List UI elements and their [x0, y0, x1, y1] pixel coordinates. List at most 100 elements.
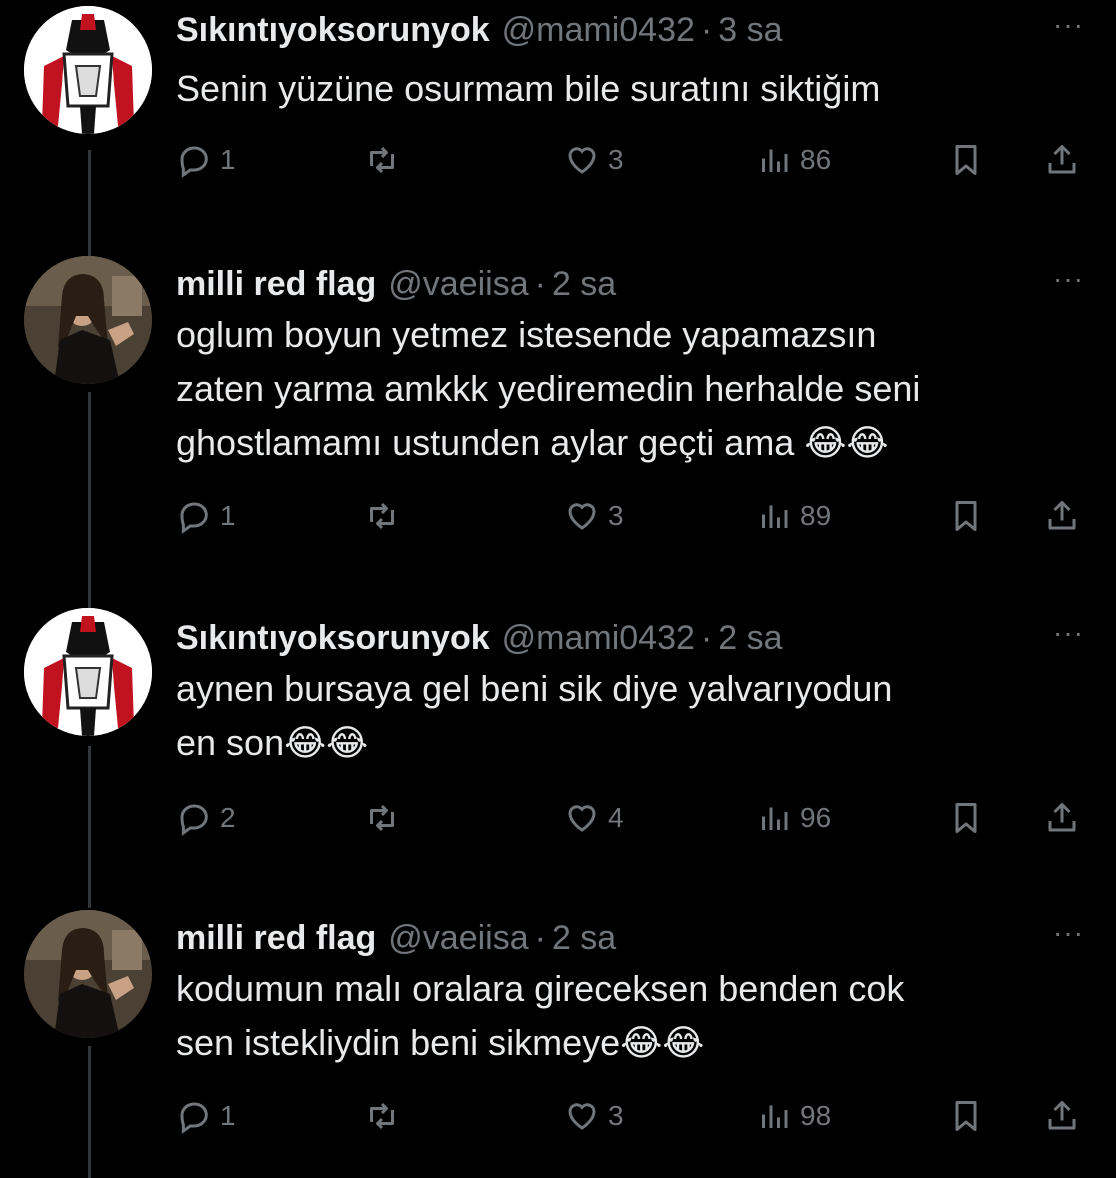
views-icon — [762, 1105, 788, 1128]
reply-button[interactable]: 2 — [176, 796, 236, 840]
avatar[interactable] — [24, 910, 152, 1038]
heart-icon — [568, 503, 596, 530]
user-handle[interactable]: @vaeiisa — [388, 264, 528, 304]
action-bar: 2 4 96 — [176, 796, 1092, 840]
separator-dot: · — [700, 619, 713, 657]
display-name[interactable]: milli red flag — [176, 264, 376, 304]
separator-dot: · — [700, 11, 713, 49]
tweet-text-line: oglum boyun yetmez istesende yapamazsın — [176, 314, 877, 355]
bookmark-icon — [955, 803, 977, 833]
view-count: 96 — [800, 802, 832, 833]
reply-button[interactable]: 1 — [176, 1094, 236, 1138]
tweet-text: Senin yüzüne osurmam bile suratını sikti… — [176, 62, 1076, 116]
retweet-button[interactable] — [364, 138, 400, 182]
more-options-icon[interactable]: ··· — [1053, 10, 1084, 40]
retweet-icon — [370, 1102, 394, 1130]
timestamp[interactable]: 3 sa — [718, 10, 782, 50]
views-button[interactable]: 96 — [756, 796, 831, 840]
view-count: 86 — [800, 144, 832, 175]
tweet-text-line: en son😂😂 — [176, 722, 369, 763]
more-options-icon[interactable]: ··· — [1053, 264, 1084, 294]
tweet-text-line: kodumun malı oralara gireceksen benden c… — [176, 968, 905, 1009]
tweet[interactable]: milli red flag @vaeiisa · 2 sa ··· oglum… — [0, 254, 1116, 608]
bookmark-button[interactable] — [948, 796, 984, 840]
share-button[interactable] — [1044, 494, 1080, 538]
bookmark-button[interactable] — [948, 494, 984, 538]
share-button[interactable] — [1044, 796, 1080, 840]
views-button[interactable]: 89 — [756, 494, 831, 538]
tweet-text-line: ghostlamamı ustunden aylar geçti ama 😂😂 — [176, 422, 889, 463]
reply-button[interactable]: 1 — [176, 494, 236, 538]
like-count: 3 — [608, 500, 624, 531]
bookmark-icon — [955, 145, 977, 175]
like-count: 3 — [608, 144, 624, 175]
reply-icon — [180, 804, 208, 836]
tweet-text-line: aynen bursaya gel beni sik diye yalvarıy… — [176, 668, 893, 709]
tweet-text: aynen bursaya gel beni sik diye yalvarıy… — [176, 662, 1076, 770]
like-count: 4 — [608, 802, 624, 833]
heart-icon — [568, 1103, 596, 1130]
timestamp[interactable]: 2 sa — [552, 264, 616, 304]
tweet[interactable]: Sıkıntıyoksorunyok @mami0432 · 2 sa ··· … — [0, 608, 1116, 908]
views-button[interactable]: 98 — [756, 1094, 831, 1138]
action-bar: 1 3 98 — [176, 1094, 1092, 1138]
tweet-header: milli red flag @vaeiisa · 2 sa — [176, 918, 616, 958]
timestamp[interactable]: 2 sa — [552, 918, 616, 958]
reply-count: 1 — [220, 1100, 236, 1131]
view-count: 98 — [800, 1100, 832, 1131]
share-icon — [1048, 145, 1076, 174]
tweet-text-line: Senin yüzüne osurmam bile suratını sikti… — [176, 68, 881, 109]
share-icon — [1048, 501, 1076, 530]
avatar[interactable] — [24, 256, 152, 384]
heart-icon — [568, 805, 596, 832]
like-button[interactable]: 4 — [564, 796, 624, 840]
avatar[interactable] — [24, 6, 152, 134]
views-icon — [762, 149, 788, 172]
reply-count: 1 — [220, 144, 236, 175]
thread-line — [88, 1046, 91, 1178]
tweet-text-line: zaten yarma amkkk yediremedin herhalde s… — [176, 368, 921, 409]
retweet-button[interactable] — [364, 796, 400, 840]
superhero-avatar-icon — [24, 6, 152, 134]
separator-dot: · — [534, 919, 546, 957]
thread-line — [88, 392, 91, 608]
views-icon — [762, 807, 788, 830]
display-name[interactable]: Sıkıntıyoksorunyok — [176, 618, 490, 658]
share-button[interactable] — [1044, 1094, 1080, 1138]
tweet-text-line: sen istekliydin beni sikmeye😂😂 — [176, 1022, 705, 1063]
timestamp[interactable]: 2 sa — [718, 618, 782, 658]
more-options-icon[interactable]: ··· — [1053, 618, 1084, 648]
reply-icon — [180, 1102, 208, 1134]
more-options-icon[interactable]: ··· — [1053, 918, 1084, 948]
reply-count: 1 — [220, 500, 236, 531]
views-button[interactable]: 86 — [756, 138, 831, 182]
reply-button[interactable]: 1 — [176, 138, 236, 182]
like-count: 3 — [608, 1100, 624, 1131]
display-name[interactable]: Sıkıntıyoksorunyok — [176, 10, 490, 50]
thread-line — [88, 746, 91, 908]
tweet[interactable]: milli red flag @vaeiisa · 2 sa ··· kodum… — [0, 908, 1116, 1178]
bookmark-icon — [955, 501, 977, 531]
display-name[interactable]: milli red flag — [176, 918, 376, 958]
retweet-button[interactable] — [364, 494, 400, 538]
bookmark-icon — [955, 1101, 977, 1131]
tweet-text: oglum boyun yetmez istesende yapamazsın … — [176, 308, 1076, 470]
reply-count: 2 — [220, 802, 236, 833]
reply-icon — [180, 146, 208, 178]
user-handle[interactable]: @mami0432 — [502, 618, 695, 658]
like-button[interactable]: 3 — [564, 494, 624, 538]
avatar[interactable] — [24, 608, 152, 736]
retweet-icon — [370, 502, 394, 530]
woman-photo-avatar-icon — [24, 256, 152, 384]
like-button[interactable]: 3 — [564, 1094, 624, 1138]
retweet-button[interactable] — [364, 1094, 400, 1138]
like-button[interactable]: 3 — [564, 138, 624, 182]
action-bar: 1 3 86 — [176, 138, 1092, 182]
bookmark-button[interactable] — [948, 1094, 984, 1138]
bookmark-button[interactable] — [948, 138, 984, 182]
share-button[interactable] — [1044, 138, 1080, 182]
user-handle[interactable]: @vaeiisa — [388, 918, 528, 958]
user-handle[interactable]: @mami0432 — [502, 10, 695, 50]
views-icon — [762, 505, 788, 528]
superhero-avatar-icon — [24, 608, 152, 736]
